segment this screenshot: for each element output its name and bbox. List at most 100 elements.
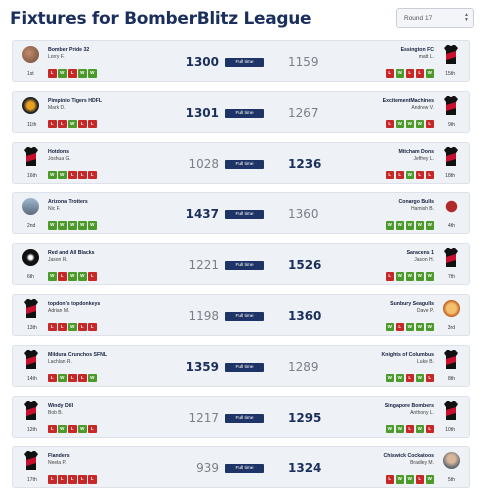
home-team-name[interactable]: Arizona Trotters — [48, 199, 88, 205]
fixture-row[interactable]: Arizona Trotters Nic F. 2nd W W W W W 1437 Full t… — [12, 192, 470, 235]
away-team-name[interactable]: Saracens 1 — [407, 250, 434, 256]
form-guide: LWLWW — [48, 69, 97, 78]
jersey-icon — [24, 146, 38, 166]
full-time-button[interactable]: Full time — [225, 108, 264, 118]
form-result-loss: L — [78, 475, 87, 484]
away-coach-name: Bradley M. — [410, 460, 434, 467]
form-result-loss: L — [78, 119, 87, 129]
form-result-loss: L — [415, 475, 424, 484]
form-result-win: W — [395, 221, 404, 230]
form-result-win: W — [395, 373, 404, 383]
form-result-win: W — [415, 424, 424, 434]
form-guide: LWWLW — [385, 475, 434, 484]
round-select-value: Round 17 — [404, 15, 433, 22]
form-result-win: W — [395, 272, 404, 281]
home-team-name[interactable]: Bomber Pride 32 — [48, 47, 89, 53]
home-team-name[interactable]: topdon's topdonkeys — [48, 301, 100, 307]
photo-icon — [22, 198, 39, 216]
form-result-win: W — [395, 475, 404, 484]
home-team-name[interactable]: Flanders — [48, 453, 70, 459]
away-team-name[interactable]: ExcitementMachines — [383, 98, 434, 104]
form-result-loss: L — [68, 373, 77, 383]
form-result-win: W — [425, 221, 434, 230]
fixture-row[interactable]: Pimpinio Tigers HDFL Mark D. 11th L L W L L 1301… — [12, 90, 470, 133]
away-team-name[interactable]: Essington FC — [401, 47, 434, 53]
form-result-win: W — [405, 322, 414, 332]
fixture-row[interactable]: Windy Dill Bob B. 12th L W L W L 1217 Full time 12… — [12, 395, 470, 438]
away-score: 1159 — [288, 55, 319, 69]
form-result-win: W — [58, 424, 67, 434]
away-rank: 4th — [448, 223, 455, 230]
home-rank: 1st — [27, 71, 34, 77]
away-score: 1360 — [288, 207, 319, 222]
away-coach-name: matt L. — [418, 54, 434, 60]
home-score: 1198 — [188, 308, 219, 323]
form-result-win: W — [78, 424, 87, 434]
full-time-button[interactable]: Full time — [225, 58, 264, 67]
full-time-button[interactable]: Full time — [225, 261, 264, 271]
form-guide: WWLWL — [385, 424, 434, 434]
away-score: 1295 — [288, 410, 322, 425]
fern-icon — [22, 249, 39, 267]
home-score: 1217 — [188, 410, 219, 425]
form-guide: LWLLW — [48, 373, 97, 383]
away-team-name[interactable]: Knights of Columbus — [382, 352, 434, 358]
form-result-loss: L — [88, 170, 97, 180]
form-result-win: W — [58, 69, 67, 78]
fixture-row[interactable]: Hotdons Joshua G. 16th W W L L L 1028 Full time 12… — [12, 141, 470, 184]
home-team-name[interactable]: Mildura Crunchos SFNL — [48, 352, 107, 358]
form-result-loss: L — [405, 424, 414, 434]
form-result-win: W — [385, 424, 394, 434]
away-score: 1267 — [288, 105, 319, 120]
full-time-button[interactable]: Full time — [225, 159, 264, 169]
away-coach-name: Jeffrey L. — [413, 155, 434, 162]
form-guide: LWWWL — [385, 119, 434, 129]
away-team-name[interactable]: Sunbury Seagulls — [390, 301, 434, 307]
home-rank: 13th — [27, 324, 37, 331]
home-rank: 17th — [27, 477, 37, 484]
full-time-button[interactable]: Full time — [225, 210, 264, 220]
fixture-row[interactable]: topdon's topdonkeys Adrian M. 13th L L W L L 119… — [12, 293, 470, 336]
form-result-win: W — [415, 272, 424, 281]
fixture-row[interactable]: Red and All Blacks Jason R. 6th W L W W L 1221 Fu… — [12, 243, 470, 286]
form-guide: LLWLL — [48, 119, 97, 129]
fixture-row[interactable]: Mildura Crunchos SFNL Lachlan R. 14th L W L L W… — [12, 344, 470, 387]
form-result-win: W — [405, 221, 414, 230]
home-team-name[interactable]: Hotdons — [48, 149, 69, 155]
form-result-loss: L — [88, 475, 97, 484]
round-select[interactable]: Round 17 ▲ ▼ — [396, 8, 474, 28]
full-time-button[interactable]: Full time — [225, 413, 264, 423]
form-result-loss: L — [48, 373, 57, 383]
away-rank: 5th — [448, 477, 455, 484]
away-rank: 10th — [445, 426, 455, 433]
form-result-win: W — [385, 322, 394, 332]
home-rank: 14th — [27, 375, 37, 382]
away-team-name[interactable]: Mitcham Dons — [399, 149, 434, 155]
away-team-name[interactable]: Singapore Bombers — [385, 403, 434, 409]
form-result-loss: L — [385, 119, 394, 129]
away-rank: 15th — [445, 71, 455, 77]
select-arrows-icon: ▲ ▼ — [464, 12, 469, 23]
full-time-button[interactable]: Full time — [225, 362, 264, 372]
form-result-win: W — [68, 221, 77, 230]
home-team-name[interactable]: Windy Dill — [48, 403, 73, 409]
full-time-button[interactable]: Full time — [225, 311, 264, 321]
jersey-icon — [444, 146, 458, 166]
form-result-loss: L — [68, 170, 77, 180]
jersey-icon — [444, 349, 458, 369]
away-team-name[interactable]: Conargo Bulls — [399, 199, 434, 205]
person-photo-icon — [443, 452, 460, 470]
home-team-name[interactable]: Pimpinio Tigers HDFL — [48, 98, 102, 104]
fixture-row[interactable]: Bomber Pride 32 Lorry F. 1st L W L W W 1300 Full … — [12, 40, 470, 82]
fixture-row[interactable]: Flanders Neela P. 17th L L L L L 939 Full time 132… — [12, 446, 470, 489]
home-team-name[interactable]: Red and All Blacks — [48, 250, 95, 256]
form-result-win: W — [88, 373, 97, 383]
home-score: 1221 — [188, 258, 219, 273]
form-result-loss: L — [48, 119, 57, 129]
away-coach-name: Dave P. — [416, 307, 434, 314]
jersey-icon — [24, 451, 38, 471]
full-time-button[interactable]: Full time — [225, 464, 264, 474]
away-rank: 8th — [448, 375, 455, 382]
away-team-name[interactable]: Chiswick Cockatoos — [384, 453, 434, 459]
away-rank: 3rd — [447, 324, 455, 331]
